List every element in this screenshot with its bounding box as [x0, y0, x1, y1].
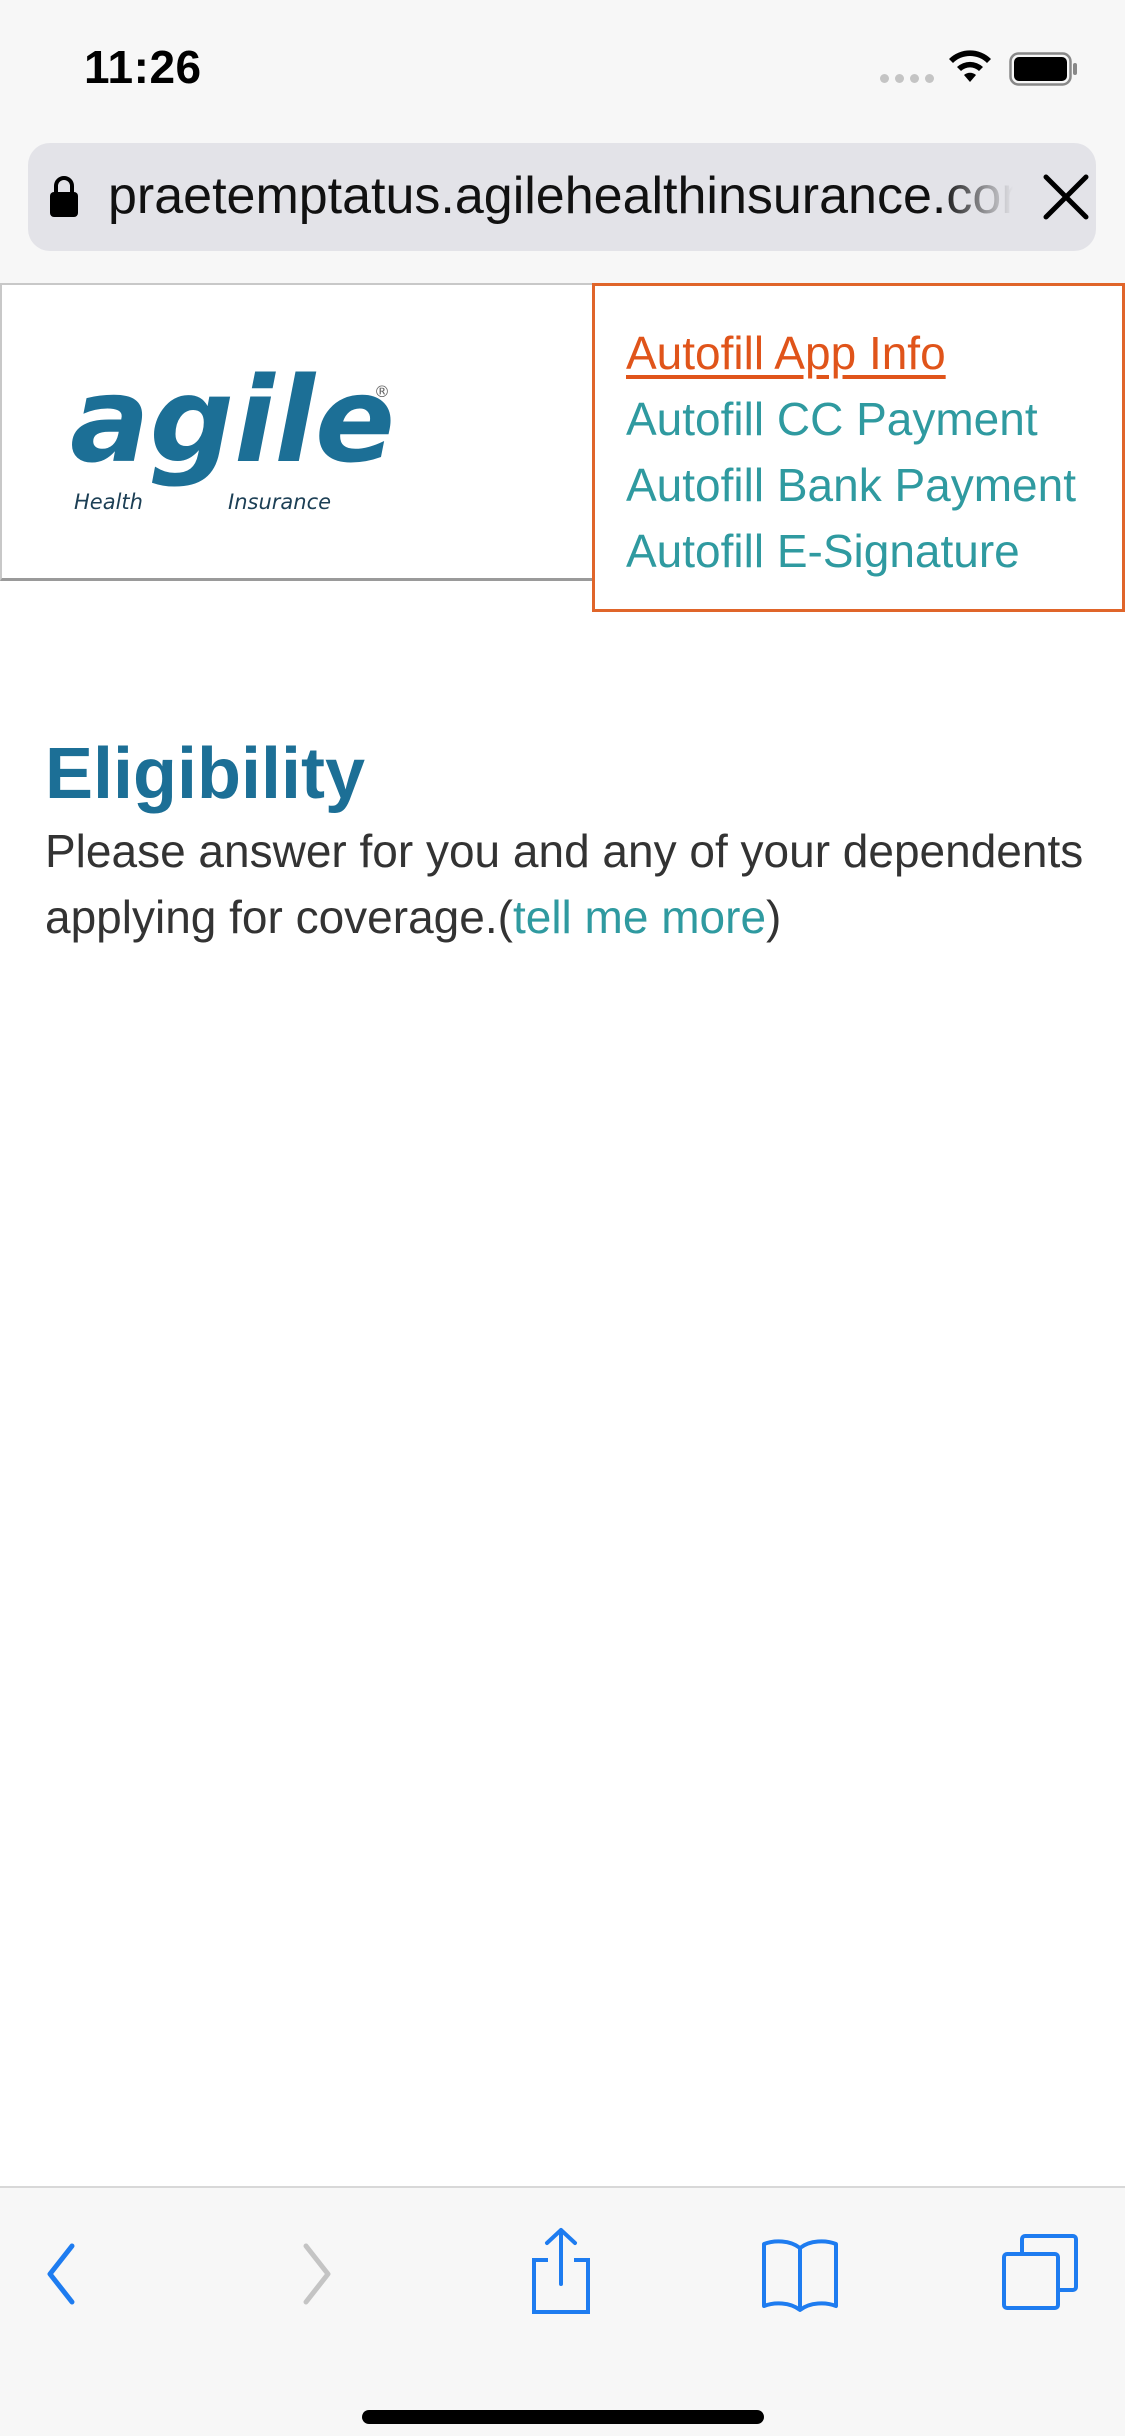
browser-address-area: praetemptatus.agilehealthinsurance.com	[0, 135, 1125, 283]
autofill-e-signature-link[interactable]: Autofill E-Signature	[626, 518, 1122, 584]
logo-header: agile ® Health Insurance	[0, 283, 594, 581]
bookmarks-icon[interactable]	[760, 2236, 840, 2314]
status-time: 11:26	[84, 41, 202, 93]
autofill-cc-payment-link[interactable]: Autofill CC Payment	[626, 386, 1122, 452]
cellular-signal-icon	[880, 74, 934, 83]
agile-logo[interactable]: agile ® Health Insurance	[70, 357, 400, 517]
close-icon[interactable]	[1038, 169, 1094, 225]
close-paren: )	[766, 891, 782, 943]
lock-icon	[50, 176, 78, 217]
svg-text:Insurance: Insurance	[228, 490, 331, 514]
web-content: agile ® Health Insurance Autofill App In…	[0, 283, 1125, 2186]
status-bar: 11:26	[0, 0, 1125, 135]
wifi-icon	[949, 50, 991, 82]
battery-icon	[1009, 52, 1077, 86]
share-icon[interactable]	[528, 2226, 594, 2316]
svg-text:Health: Health	[74, 490, 143, 514]
autofill-bank-payment-link[interactable]: Autofill Bank Payment	[626, 452, 1122, 518]
tabs-icon[interactable]	[1000, 2232, 1080, 2312]
page-title: Eligibility	[45, 734, 366, 814]
tell-me-more-link[interactable]: tell me more	[513, 891, 766, 943]
home-indicator[interactable]	[362, 2410, 764, 2424]
autofill-app-info-link[interactable]: Autofill App Info	[626, 320, 1122, 386]
svg-text:®: ®	[374, 382, 390, 401]
back-icon[interactable]	[42, 2234, 82, 2314]
svg-text:agile: agile	[70, 357, 395, 489]
browser-toolbar	[0, 2186, 1125, 2436]
open-paren: (	[497, 891, 513, 943]
autofill-menu: Autofill App Info Autofill CC Payment Au…	[592, 283, 1125, 612]
address-bar[interactable]: praetemptatus.agilehealthinsurance.com	[28, 143, 1096, 251]
url-text[interactable]: praetemptatus.agilehealthinsurance.com	[108, 165, 1013, 227]
eligibility-description: Please answer for you and any of your de…	[45, 818, 1085, 950]
forward-icon	[303, 2243, 331, 2305]
